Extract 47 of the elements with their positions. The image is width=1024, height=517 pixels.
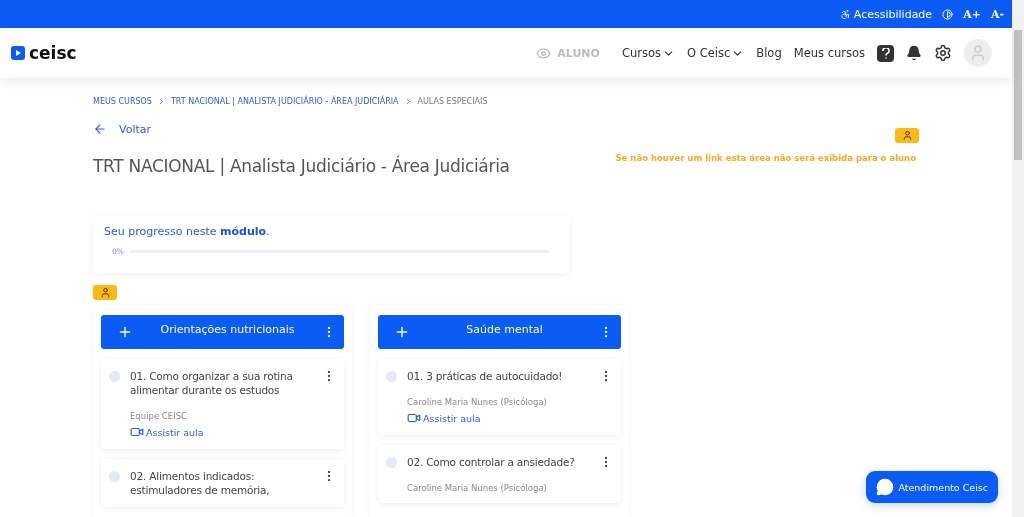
lesson-checkbox[interactable]	[386, 457, 397, 468]
lesson-title: 02. Alimentos indicados: estimuladores de memória,	[130, 469, 271, 497]
lesson-checkbox[interactable]	[386, 371, 397, 382]
page-title: TRT NACIONAL | Analista Judiciário - Área Judiciária	[93, 156, 510, 176]
nav-link[interactable]: Meus cursos	[793, 46, 865, 60]
settings-icon[interactable]	[934, 44, 952, 62]
module-title: Orientações nutricionais	[159, 322, 296, 336]
accessibility-icon	[839, 8, 851, 20]
help-icon[interactable]	[877, 44, 894, 62]
nav-link[interactable]: O Ceisc	[686, 46, 745, 60]
module-title: Saúde mental	[465, 322, 544, 336]
module-header[interactable]: Orientações nutricionais	[101, 315, 344, 349]
breadcrumb-link[interactable]: MEUS CURSOS	[93, 96, 152, 106]
plus-icon[interactable]	[394, 324, 410, 340]
breadcrumb-link[interactable]: AULAS ESPECIAIS	[417, 96, 488, 106]
breadcrumb-link[interactable]: TRT NACIONAL | ANALISTA JUDICIÁRIO - ÁREA JUDICIÁRIA	[170, 96, 399, 106]
nav-link[interactable]: Cursos	[621, 46, 675, 60]
lesson-title: 02. Como controlar a ansiedade?	[407, 455, 576, 469]
watch-link[interactable]: Assistir aula	[130, 425, 312, 439]
role-label: ALUNO	[536, 45, 600, 61]
nav-link[interactable]: Blog	[756, 46, 782, 60]
person-list-icon[interactable]	[895, 128, 919, 143]
font-increase-button[interactable]: A+	[963, 7, 981, 21]
eye-icon	[536, 45, 552, 61]
logo[interactable]: ceisc	[11, 43, 77, 63]
video-camera-icon	[407, 411, 421, 425]
lesson-author: Caroline Maria Nunes (Psicóloga)	[407, 483, 548, 493]
module-header[interactable]: Saúde mental	[378, 315, 621, 349]
accessibility-link[interactable]: Acessibilidade	[839, 7, 933, 21]
lesson-title: 01. 3 práticas de autocuidado!	[407, 369, 564, 383]
chat-button[interactable]: Atendimento Ceisc	[866, 471, 998, 503]
person-list-icon[interactable]	[93, 285, 117, 300]
back-link[interactable]: Voltar	[93, 122, 510, 136]
lesson-author: Caroline Maria Nunes (Psicóloga)	[407, 397, 548, 407]
font-decrease-button[interactable]: A-	[990, 7, 1004, 21]
contrast-icon[interactable]	[942, 8, 954, 20]
chat-bubble-icon	[876, 478, 895, 496]
lesson-checkbox[interactable]	[109, 371, 120, 382]
lesson-checkbox[interactable]	[109, 471, 120, 482]
watch-link[interactable]: Assistir aula	[407, 411, 589, 425]
plus-icon[interactable]	[117, 324, 133, 340]
lesson-title: 01. Como organizar a sua rotina alimentar durante os estudos	[130, 369, 294, 397]
lesson-author: Equipe CEISC	[130, 411, 188, 421]
progress-label: Seu progresso neste módulo.	[104, 225, 271, 238]
video-camera-icon	[130, 425, 144, 439]
notice-text: Se não houver um link esta área não será exibida para o aluno	[615, 153, 916, 163]
bell-icon[interactable]	[906, 45, 922, 61]
